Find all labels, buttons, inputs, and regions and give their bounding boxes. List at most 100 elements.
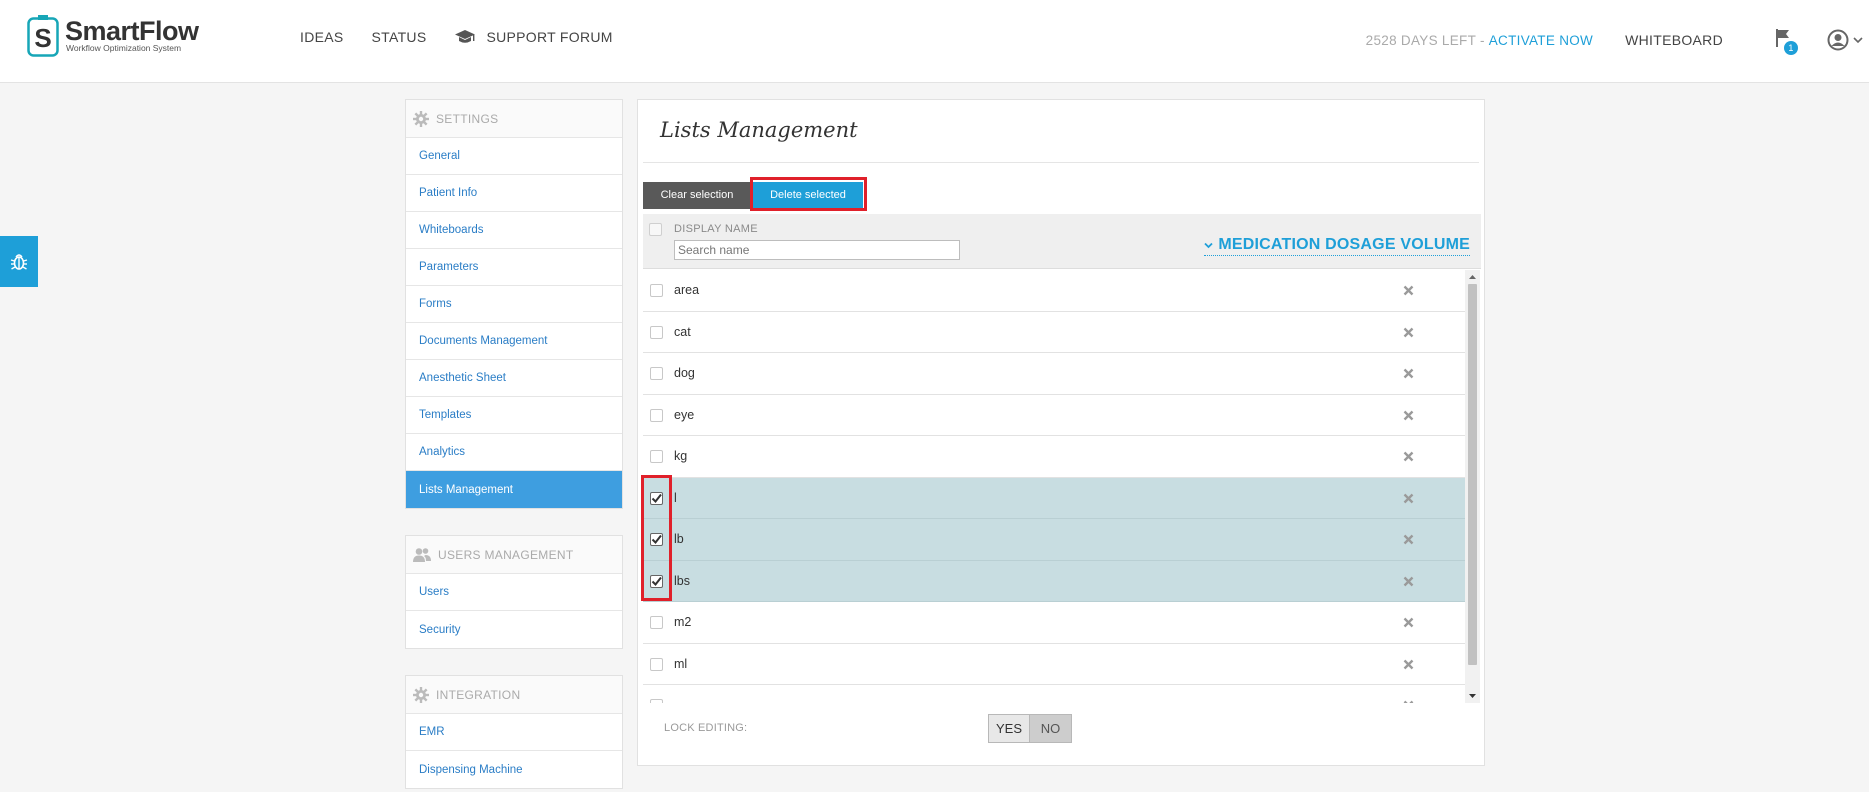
lock-no-button[interactable]: NO [1030, 715, 1071, 742]
sidebar-item-dispensing-machine[interactable]: Dispensing Machine [406, 751, 622, 788]
sidebar-item-general[interactable]: General [406, 138, 622, 175]
clear-selection-button[interactable]: Clear selection [643, 182, 751, 209]
sidebar-item-documents-management[interactable]: Documents Management [406, 323, 622, 360]
sidebar-item-security[interactable]: Security [406, 611, 622, 648]
user-menu[interactable] [1827, 29, 1863, 51]
sidebar-item-patient-info[interactable]: Patient Info [406, 175, 622, 212]
table-row-selected: l [643, 477, 1465, 519]
table-row: area [643, 270, 1465, 312]
bug-icon [10, 253, 28, 270]
row-name: lbs [674, 573, 690, 588]
gear-icon [413, 686, 429, 703]
nav-status[interactable]: STATUS [372, 29, 427, 45]
row-checkbox[interactable] [650, 284, 663, 297]
lock-editing-label: LOCK EDITING: [664, 722, 748, 734]
header-right: 2528 DAYS LEFT - ACTIVATE NOW WHITEBOARD… [1365, 28, 1869, 55]
table-row-selected: lb [643, 519, 1465, 561]
trial-days-left: 2528 DAYS LEFT - [1365, 32, 1485, 48]
nav-support-forum[interactable]: SUPPORT FORUM [454, 29, 612, 45]
notifications-button[interactable]: 1 [1773, 28, 1798, 55]
row-checkbox[interactable] [650, 367, 663, 380]
row-name: eye [674, 407, 695, 422]
delete-x-icon[interactable] [1403, 493, 1414, 504]
chevron-down-icon [1204, 242, 1214, 248]
user-avatar-icon [1827, 29, 1849, 51]
sidebar-item-emr[interactable]: EMR [406, 714, 622, 751]
delete-x-icon[interactable] [1403, 327, 1414, 338]
table-row: dog [643, 353, 1465, 395]
delete-x-icon[interactable] [1403, 700, 1414, 703]
delete-x-icon[interactable] [1403, 534, 1414, 545]
integration-section: INTEGRATION EMR Dispensing Machine [405, 675, 623, 789]
delete-x-icon[interactable] [1403, 368, 1414, 379]
logo-title: SmartFlow [65, 16, 199, 46]
list-scrollbar[interactable] [1465, 270, 1480, 703]
settings-section: SETTINGS General Patient Info Whiteboard… [405, 99, 623, 509]
scroll-up-arrow-icon[interactable] [1468, 273, 1477, 281]
highlight-box-checkboxes [641, 475, 672, 601]
svg-text:S: S [34, 23, 51, 53]
settings-heading-label: SETTINGS [436, 111, 499, 126]
graduation-cap-icon [455, 30, 476, 43]
users-icon [413, 547, 431, 562]
chevron-down-icon [1853, 37, 1863, 44]
settings-heading: SETTINGS [406, 100, 622, 138]
lock-editing-toggle: YES NO [988, 714, 1072, 743]
table-row: m2 [643, 602, 1465, 644]
table-row: ml [643, 643, 1465, 685]
row-name: kg [674, 449, 688, 463]
sidebar-item-parameters[interactable]: Parameters [406, 249, 622, 286]
delete-x-icon[interactable] [1403, 410, 1414, 421]
list-selector-dropdown[interactable]: MEDICATION DOSAGE VOLUME [1204, 236, 1470, 256]
sidebar-item-forms[interactable]: Forms [406, 286, 622, 323]
nav-support-forum-label: SUPPORT FORUM [486, 29, 613, 45]
lock-yes-button[interactable]: YES [989, 715, 1030, 742]
sidebar-item-anesthetic-sheet[interactable]: Anesthetic Sheet [406, 360, 622, 397]
page-title: Lists Management [660, 118, 858, 142]
row-name: m2 [674, 615, 692, 629]
row-name: ml [674, 656, 688, 671]
scroll-down-arrow-icon[interactable] [1468, 692, 1477, 700]
delete-x-icon[interactable] [1403, 285, 1414, 296]
delete-x-icon[interactable] [1403, 617, 1414, 628]
notification-badge: 1 [1784, 41, 1798, 55]
delete-x-icon[interactable] [1403, 451, 1414, 462]
sidebar-item-users[interactable]: Users [406, 574, 622, 611]
table-header: DISPLAY NAME MEDICATION DOSAGE VOLUME [643, 214, 1481, 269]
logo-icon: S [27, 15, 59, 57]
row-checkbox[interactable] [650, 699, 663, 703]
display-name-header: DISPLAY NAME [674, 223, 758, 235]
integration-heading-label: INTEGRATION [436, 687, 521, 702]
bug-report-tab[interactable] [0, 236, 38, 287]
delete-x-icon[interactable] [1403, 659, 1414, 670]
row-checkbox[interactable] [650, 657, 663, 671]
highlight-box-delete [750, 177, 867, 211]
row-checkbox[interactable] [650, 408, 663, 422]
settings-sidebar: SETTINGS General Patient Info Whiteboard… [405, 99, 623, 792]
logo[interactable]: S SmartFlow Workflow Optimization System [27, 15, 199, 57]
gear-icon [413, 110, 429, 127]
row-name: lb [674, 532, 684, 546]
table-row: eye [643, 394, 1465, 436]
row-checkbox[interactable] [650, 616, 663, 629]
sidebar-item-analytics[interactable]: Analytics [406, 434, 622, 471]
users-management-section: USERS MANAGEMENT Users Security [405, 535, 623, 649]
row-name: area [674, 283, 700, 297]
delete-x-icon[interactable] [1403, 576, 1414, 587]
nav-ideas[interactable]: IDEAS [300, 29, 344, 45]
activate-now-link[interactable]: ACTIVATE NOW [1489, 33, 1593, 48]
sidebar-item-templates[interactable]: Templates [406, 397, 622, 434]
select-all-checkbox[interactable] [649, 223, 662, 236]
sidebar-item-lists-management[interactable]: Lists Management [406, 471, 622, 508]
search-name-input[interactable] [674, 240, 960, 260]
table-row-partial [643, 685, 1465, 703]
whiteboard-link[interactable]: WHITEBOARD [1625, 32, 1723, 48]
integration-heading: INTEGRATION [406, 676, 622, 714]
main-nav: IDEAS STATUS SUPPORT FORUM [300, 29, 641, 45]
scrollbar-thumb[interactable] [1468, 284, 1477, 665]
table-row: kg [643, 436, 1465, 478]
sidebar-item-whiteboards[interactable]: Whiteboards [406, 212, 622, 249]
row-checkbox[interactable] [650, 325, 663, 339]
row-checkbox[interactable] [650, 450, 663, 463]
lists-management-panel: Lists Management Clear selection Delete … [637, 99, 1485, 766]
